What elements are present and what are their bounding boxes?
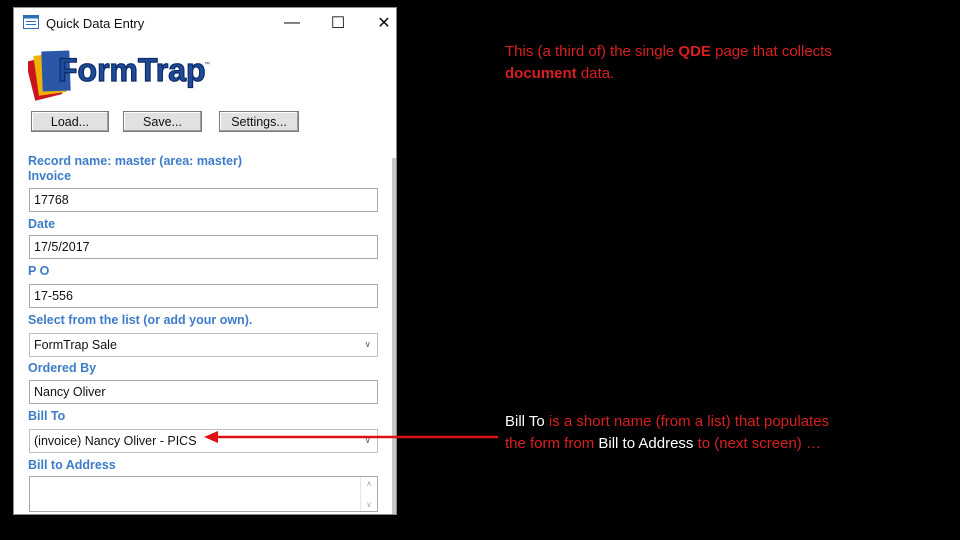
bill-to-label: Bill To	[28, 409, 66, 423]
invoice-label: Invoice	[28, 169, 72, 183]
bill-to-select[interactable]: (invoice) Nancy Oliver - PICS ∨	[29, 429, 378, 453]
ordered-by-label: Ordered By	[28, 361, 97, 375]
sale-type-select[interactable]: FormTrap Sale ∨	[29, 333, 378, 357]
app-icon	[23, 15, 39, 29]
date-label: Date	[28, 217, 56, 231]
ordered-by-field[interactable]: Nancy Oliver	[29, 380, 378, 404]
chevron-down-icon: ∨	[364, 339, 371, 349]
close-button[interactable]: ✕	[362, 10, 396, 36]
annotation-bill-to: Bill To is a short name (from a list) th…	[505, 413, 830, 452]
quick-data-entry-window: Quick Data Entry — ☐ ✕ FormTrap ™ Load..…	[13, 7, 397, 515]
maximize-icon: ☐	[330, 15, 346, 32]
scroll-up-icon[interactable]: ∧	[366, 479, 372, 488]
bill-to-value: (invoice) Nancy Oliver - PICS	[34, 434, 197, 448]
date-field[interactable]: 17/5/2017	[29, 235, 378, 259]
invoice-field[interactable]: 17768	[29, 188, 378, 212]
load-button[interactable]: Load...	[31, 111, 109, 132]
svg-text:™: ™	[204, 61, 210, 68]
chevron-down-icon: ∨	[364, 435, 371, 445]
minimize-button[interactable]: —	[270, 10, 314, 36]
close-icon: ✕	[377, 15, 391, 32]
title-bar[interactable]: Quick Data Entry — ☐ ✕	[14, 8, 396, 38]
record-name-label: Record name: master (area: master)	[28, 154, 242, 168]
select-list-label: Select from the list (or add your own).	[28, 313, 253, 327]
po-field[interactable]: 17-556	[29, 284, 378, 308]
svg-text:FormTrap: FormTrap	[58, 52, 206, 88]
settings-button[interactable]: Settings...	[219, 111, 299, 132]
annotation-qde: This (a third of) the single QDE page th…	[505, 43, 832, 82]
scroll-down-icon[interactable]: ∨	[366, 500, 372, 509]
window-title: Quick Data Entry	[46, 16, 145, 31]
maximize-button[interactable]: ☐	[316, 10, 360, 36]
po-label: P O	[28, 264, 50, 278]
window-scrollbar[interactable]	[392, 158, 396, 514]
minimize-icon: —	[284, 14, 300, 31]
textarea-scrollbar[interactable]: ∧ ∨	[360, 477, 377, 511]
save-button[interactable]: Save...	[123, 111, 202, 132]
bill-to-address-field[interactable]: ∧ ∨	[29, 476, 378, 512]
sale-type-value: FormTrap Sale	[34, 338, 117, 352]
formtrap-logo: FormTrap ™	[28, 50, 210, 101]
bill-to-address-label: Bill to Address	[28, 458, 116, 472]
